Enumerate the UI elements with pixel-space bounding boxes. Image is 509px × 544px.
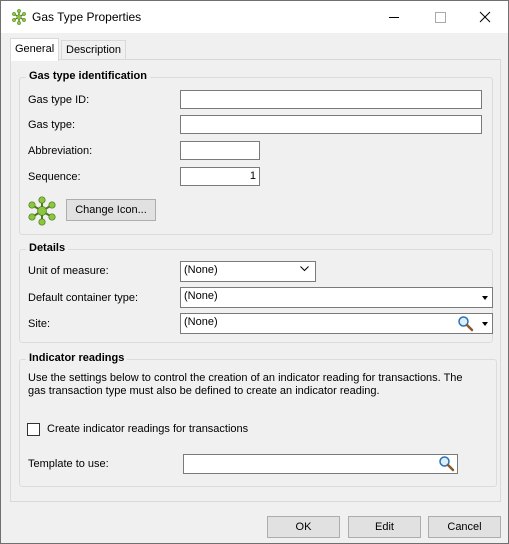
abbreviation-field[interactable] [180, 141, 260, 160]
dropdown-arrow-icon[interactable] [477, 314, 492, 333]
identification-group: Gas type identification Gas type ID: Gas… [19, 70, 493, 235]
close-button[interactable] [462, 1, 508, 33]
sequence-field[interactable]: 1 [180, 167, 260, 186]
ok-button[interactable]: OK [267, 516, 340, 538]
create-indicator-label[interactable]: Create indicator readings for transactio… [47, 423, 248, 435]
indicator-readings-group: Indicator readings Use the settings belo… [19, 352, 497, 487]
default-container-select[interactable]: (None) [180, 287, 493, 308]
site-separator [475, 314, 476, 333]
abbreviation-label: Abbreviation: [28, 145, 93, 157]
edit-button[interactable]: Edit [348, 516, 421, 538]
tab-general-label: General [15, 43, 55, 55]
window-title: Gas Type Properties [32, 10, 142, 24]
identification-legend: Gas type identification [26, 70, 150, 82]
gas-type-icon [12, 9, 26, 25]
gas-type-id-label: Gas type ID: [28, 94, 90, 106]
details-legend: Details [26, 242, 69, 254]
site-select[interactable]: (None) [180, 313, 493, 334]
unit-of-measure-value: (None) [184, 264, 218, 276]
indicator-readings-legend: Indicator readings [26, 352, 128, 364]
gas-type-label: Gas type: [28, 119, 76, 131]
general-tab-panel: Gas type identification Gas type ID: Gas… [10, 59, 501, 502]
chevron-down-icon [300, 266, 309, 272]
indicator-description-line1: Use the settings below to control the cr… [28, 372, 463, 384]
site-value: (None) [184, 316, 218, 328]
unit-of-measure-label: Unit of measure: [28, 265, 109, 277]
tab-general[interactable]: General [10, 38, 60, 61]
create-indicator-checkbox[interactable] [27, 423, 40, 436]
default-container-value: (None) [184, 290, 218, 302]
details-group: Details Unit of measure: (None) Default … [19, 242, 493, 343]
sequence-label: Sequence: [28, 171, 81, 183]
search-icon[interactable] [457, 315, 474, 332]
unit-of-measure-select[interactable]: (None) [180, 261, 316, 282]
gas-type-id-field[interactable] [180, 90, 482, 109]
change-icon-button[interactable]: Change Icon... [66, 199, 156, 221]
tab-description-label: Description [66, 44, 122, 56]
template-field[interactable] [183, 454, 458, 474]
dialog-window: Gas Type Properties General Description … [0, 0, 509, 544]
maximize-icon [435, 12, 446, 23]
default-container-label: Default container type: [28, 292, 139, 304]
maximize-button[interactable] [417, 1, 463, 33]
cancel-button[interactable]: Cancel [428, 516, 501, 538]
indicator-description-line2: gas transaction type must also be define… [28, 385, 380, 397]
site-label: Site: [28, 318, 51, 330]
gas-type-field[interactable] [180, 115, 482, 134]
gas-type-icon-preview [28, 196, 56, 226]
dropdown-arrow-icon[interactable] [477, 288, 492, 307]
title-bar: Gas Type Properties [1, 1, 508, 33]
close-icon [479, 11, 491, 23]
tab-description[interactable]: Description [61, 40, 127, 60]
template-label: Template to use: [28, 458, 109, 470]
minimize-icon [389, 17, 399, 18]
search-icon[interactable] [438, 455, 455, 472]
minimize-button[interactable] [371, 1, 417, 33]
